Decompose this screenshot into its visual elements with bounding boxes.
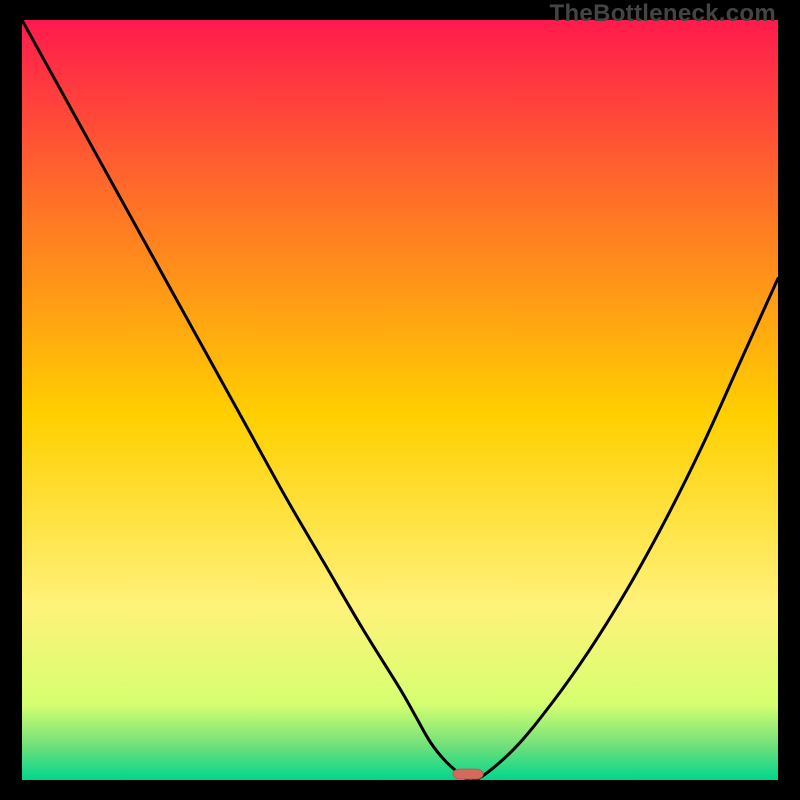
plot-area: [22, 20, 778, 780]
optimum-marker: [453, 769, 483, 779]
chart-svg: [22, 20, 778, 780]
gradient-background: [22, 20, 778, 780]
chart-frame: TheBottleneck.com: [0, 0, 800, 800]
watermark-text: TheBottleneck.com: [550, 0, 776, 28]
